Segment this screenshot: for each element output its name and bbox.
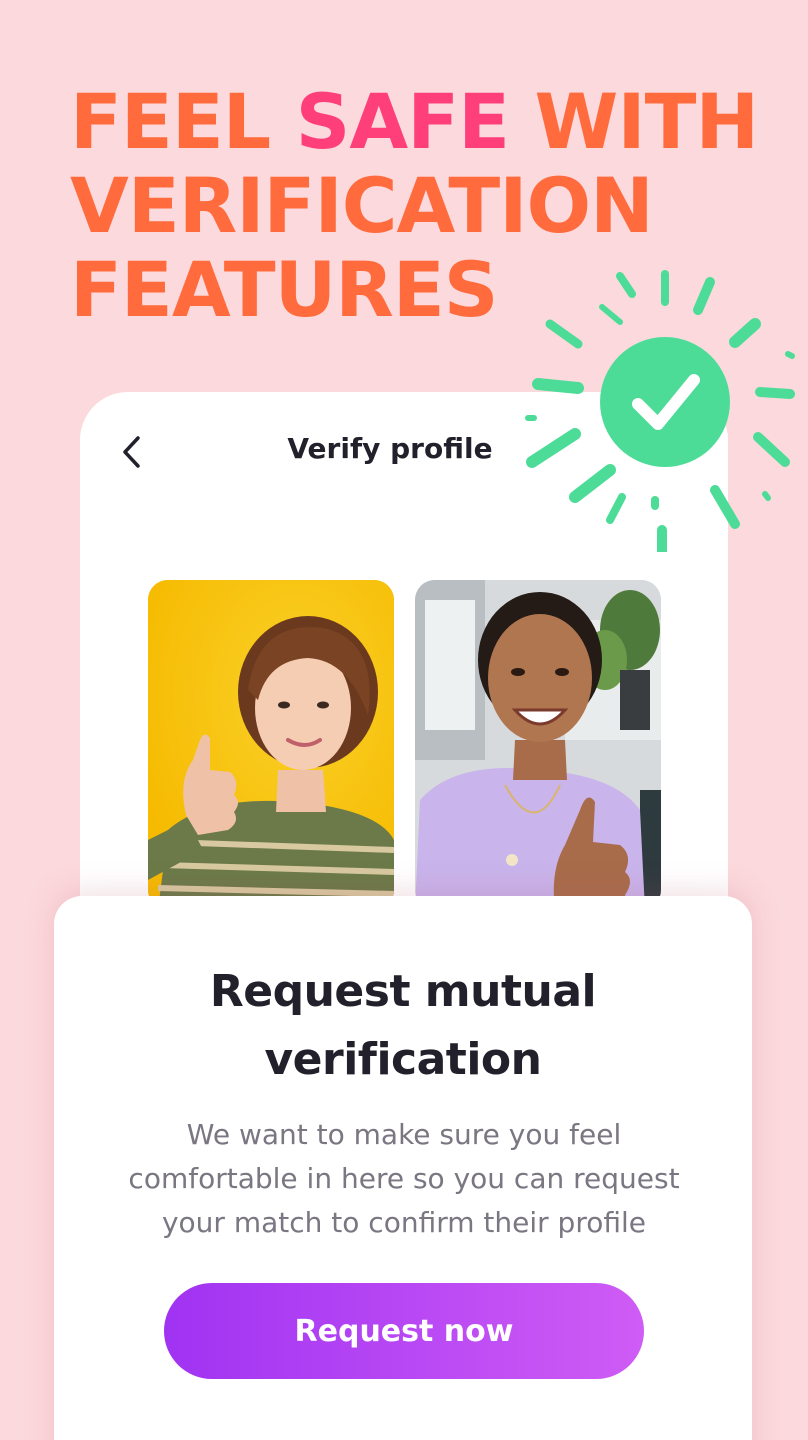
app-store-screenshot: FEEL SAFE WITH VERIFICATION FEATURES Ver… [0, 0, 808, 1440]
selfie-photo [415, 580, 661, 910]
headline-line-2: VERIFICATION [70, 161, 654, 250]
chevron-left-icon [123, 436, 140, 468]
screen-title: Verify profile [287, 432, 493, 465]
profile-photo-illustration [148, 580, 394, 910]
headline-line-1: FEEL SAFE WITH [70, 77, 759, 166]
checkmark-burst-icon [525, 270, 795, 557]
sheet-title: Request mutual verification [209, 966, 597, 1085]
headline-accent-word: SAFE [295, 77, 510, 166]
selfie-photo-illustration [415, 580, 661, 910]
verified-badge [520, 262, 808, 557]
back-button[interactable] [112, 428, 152, 476]
sheet-description: We want to make sure you feel comfortabl… [128, 1118, 680, 1239]
profile-photo [148, 580, 394, 910]
request-now-button[interactable]: Request now [164, 1283, 644, 1379]
